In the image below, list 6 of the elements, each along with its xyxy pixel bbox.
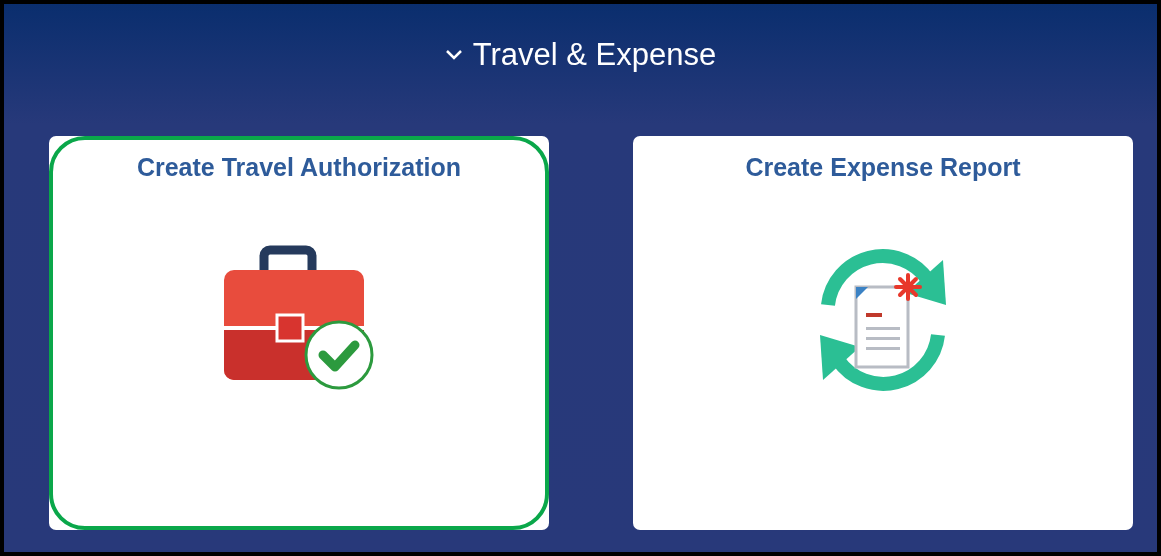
section-toggle[interactable]: Travel & Expense [440,32,721,79]
tile-title: Create Travel Authorization [136,152,462,183]
tile-title: Create Expense Report [745,152,1021,183]
app-tile[interactable]: Create Travel Authorization [49,136,549,530]
app-tile[interactable]: Create Expense Report [633,136,1133,530]
chevron-icon [444,49,463,62]
